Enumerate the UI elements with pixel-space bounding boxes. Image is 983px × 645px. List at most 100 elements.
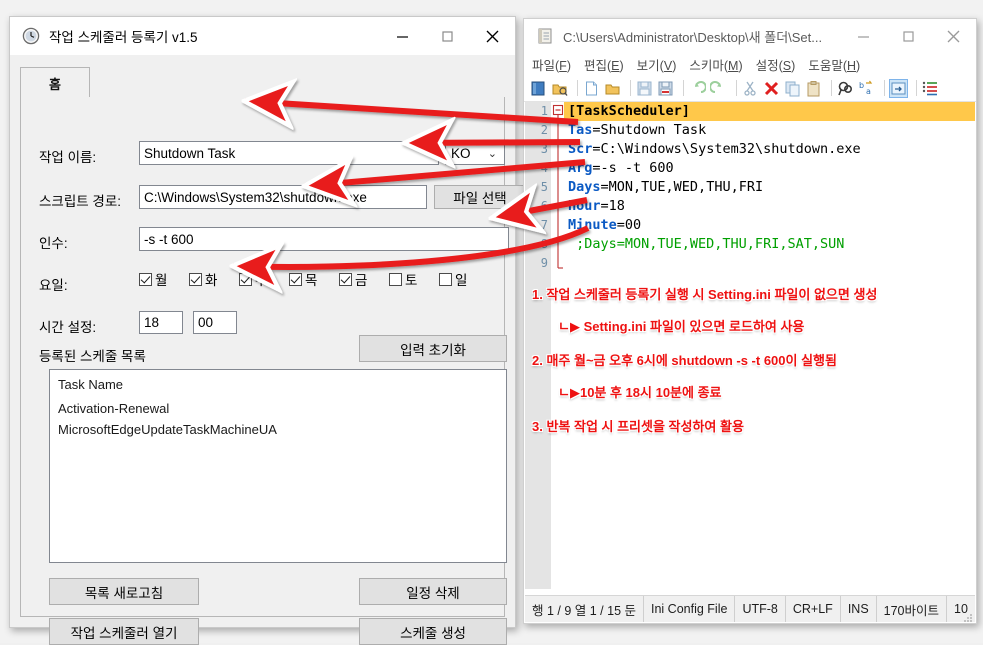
arguments-input[interactable]: -s -t 600 [139, 227, 509, 251]
checkbox-checked-icon [339, 272, 352, 286]
fold-column[interactable] [551, 102, 564, 589]
toolbar-separator [683, 80, 684, 96]
language-value: KO [451, 145, 471, 161]
redo-icon [709, 80, 727, 97]
code-line: Minute=00 [568, 217, 642, 233]
open-task-scheduler-button[interactable]: 작업 스케줄러 열기 [49, 618, 199, 645]
checkbox-checked-icon [139, 272, 152, 286]
day-checkbox-4[interactable]: 금 [339, 269, 367, 289]
close-button[interactable] [931, 19, 976, 53]
menu-item-5[interactable]: 도움말(H) [808, 55, 860, 74]
resize-grip[interactable] [963, 610, 973, 622]
toolbar-separator [736, 80, 737, 96]
language-select[interactable]: KO ⌄ [445, 141, 505, 165]
browse-file-button[interactable]: 파일 선택 [434, 185, 526, 209]
code-line: Tas=Shutdown Task [568, 122, 707, 138]
annotation-text-4: ㄴ▶10분 후 18시 10분에 종료 [558, 385, 722, 400]
code-line: [TaskScheduler] [564, 102, 975, 121]
toolbar-separator [916, 80, 917, 96]
menubar: 파일(F) 편집(E) 보기(V) 스키마(M) 설정(S) 도움말(H) [524, 53, 976, 75]
time-label: 시간 설정: [39, 320, 97, 335]
day-checkbox-3[interactable]: 목 [289, 269, 317, 289]
day-label: 목 [305, 273, 318, 288]
days-label: 요일: [39, 278, 68, 293]
replace-icon[interactable]: ba [858, 80, 875, 97]
task-name-input[interactable]: Shutdown Task [139, 141, 439, 165]
status-segment-1: Ini Config File [644, 596, 736, 622]
notepad-icon [536, 27, 554, 45]
day-checkbox-6[interactable]: 일 [439, 269, 467, 289]
list-item[interactable]: Activation-Renewal [50, 395, 506, 419]
maximize-button[interactable] [425, 17, 470, 55]
copy-icon[interactable] [784, 80, 801, 97]
line-number: 6 [540, 199, 548, 213]
chevron-down-icon: ⌄ [487, 147, 497, 160]
close-button[interactable] [470, 17, 515, 55]
day-checkbox-0[interactable]: 월 [139, 269, 167, 289]
left-window-title: 작업 스케줄러 등록기 v1.5 [49, 30, 198, 45]
delete-icon[interactable] [763, 80, 780, 97]
line-number: 2 [540, 123, 548, 137]
hour-input[interactable]: 18 [139, 311, 183, 334]
right-titlebar: C:\Users\Administrator\Desktop\새 폴더\Set.… [524, 19, 976, 53]
day-checkbox-5[interactable]: 토 [389, 269, 417, 289]
line-number: 8 [540, 237, 548, 251]
status-segment-2: UTF-8 [735, 596, 786, 622]
code-line: Scr=C:\Windows\System32\shutdown.exe [568, 141, 861, 157]
day-checkbox-2[interactable]: 수 [239, 269, 267, 289]
minute-input[interactable]: 00 [193, 311, 237, 334]
minimize-button[interactable] [380, 17, 425, 55]
list-item[interactable]: MicrosoftEdgeUpdateTaskMachineUA [50, 419, 506, 440]
line-number: 9 [540, 256, 548, 270]
line-number: 7 [540, 218, 548, 232]
schedule-list-title: 등록된 스케줄 목록 [39, 349, 146, 364]
day-checkbox-1[interactable]: 화 [189, 269, 217, 289]
list-icon[interactable] [922, 80, 939, 97]
line-number: 4 [540, 161, 548, 175]
checkbox-unchecked-icon [439, 272, 452, 286]
minimize-button[interactable] [841, 19, 886, 53]
status-segment-4: INS [841, 596, 877, 622]
open-file-icon[interactable] [604, 80, 621, 97]
left-window-body: 홈 작업 이름: Shutdown Task KO ⌄ 스크립트 경로: C:\… [10, 55, 526, 645]
menu-item-4[interactable]: 설정(S) [756, 55, 796, 74]
code-editor[interactable]: 1 2 3 4 5 6 7 8 9 [TaskScheduler] Tas=Shutdown Ta… [525, 102, 975, 589]
line-number: 3 [540, 142, 548, 156]
code-line: Hour=18 [568, 198, 625, 214]
save-all-icon[interactable] [657, 80, 674, 97]
day-label: 금 [355, 273, 368, 288]
line-number: 5 [540, 180, 548, 194]
maximize-button[interactable] [886, 19, 931, 53]
checkbox-checked-icon [289, 272, 302, 286]
arguments-label: 인수: [39, 236, 68, 251]
reset-input-button[interactable]: 입력 초기화 [359, 335, 507, 362]
paste-icon[interactable] [805, 80, 822, 97]
menu-item-1[interactable]: 편집(E) [584, 55, 624, 74]
tabstrip: 홈 [20, 67, 505, 100]
list-item[interactable]: Task Name [50, 370, 506, 395]
svg-text:b: b [859, 81, 864, 90]
word-wrap-icon[interactable] [889, 78, 908, 98]
line-number: 1 [540, 104, 548, 118]
day-label: 월 [155, 273, 168, 288]
script-path-input[interactable]: C:\Windows\System32\shutdown.exe [139, 185, 427, 209]
toolbar-separator [884, 80, 885, 96]
refresh-list-button[interactable]: 목록 새로고침 [49, 578, 199, 605]
open-folder-search-icon[interactable] [551, 80, 568, 97]
menu-item-0[interactable]: 파일(F) [532, 55, 571, 74]
task-scheduler-window: 작업 스케줄러 등록기 v1.5 홈 작업 이름: Shutdown Task … [9, 16, 526, 645]
code-line: ;Days=MON,TUE,WED,THU,FRI,SAT,SUN [568, 236, 845, 252]
menu-item-3[interactable]: 스키마(M) [689, 55, 742, 74]
book-icon[interactable] [530, 80, 547, 97]
find-icon[interactable] [837, 80, 854, 97]
menu-item-2[interactable]: 보기(V) [637, 55, 677, 74]
toolbar-separator [831, 80, 832, 96]
schedule-listbox[interactable]: Task Name Activation-Renewal MicrosoftEdge… [49, 369, 507, 563]
toolbar: ba [524, 75, 976, 102]
create-schedule-button[interactable]: 스케줄 생성 [359, 618, 507, 645]
new-file-icon[interactable] [583, 80, 600, 97]
delete-schedule-button[interactable]: 일정 삭제 [359, 578, 507, 605]
tab-home[interactable]: 홈 [20, 67, 90, 100]
save-icon[interactable] [636, 80, 653, 97]
